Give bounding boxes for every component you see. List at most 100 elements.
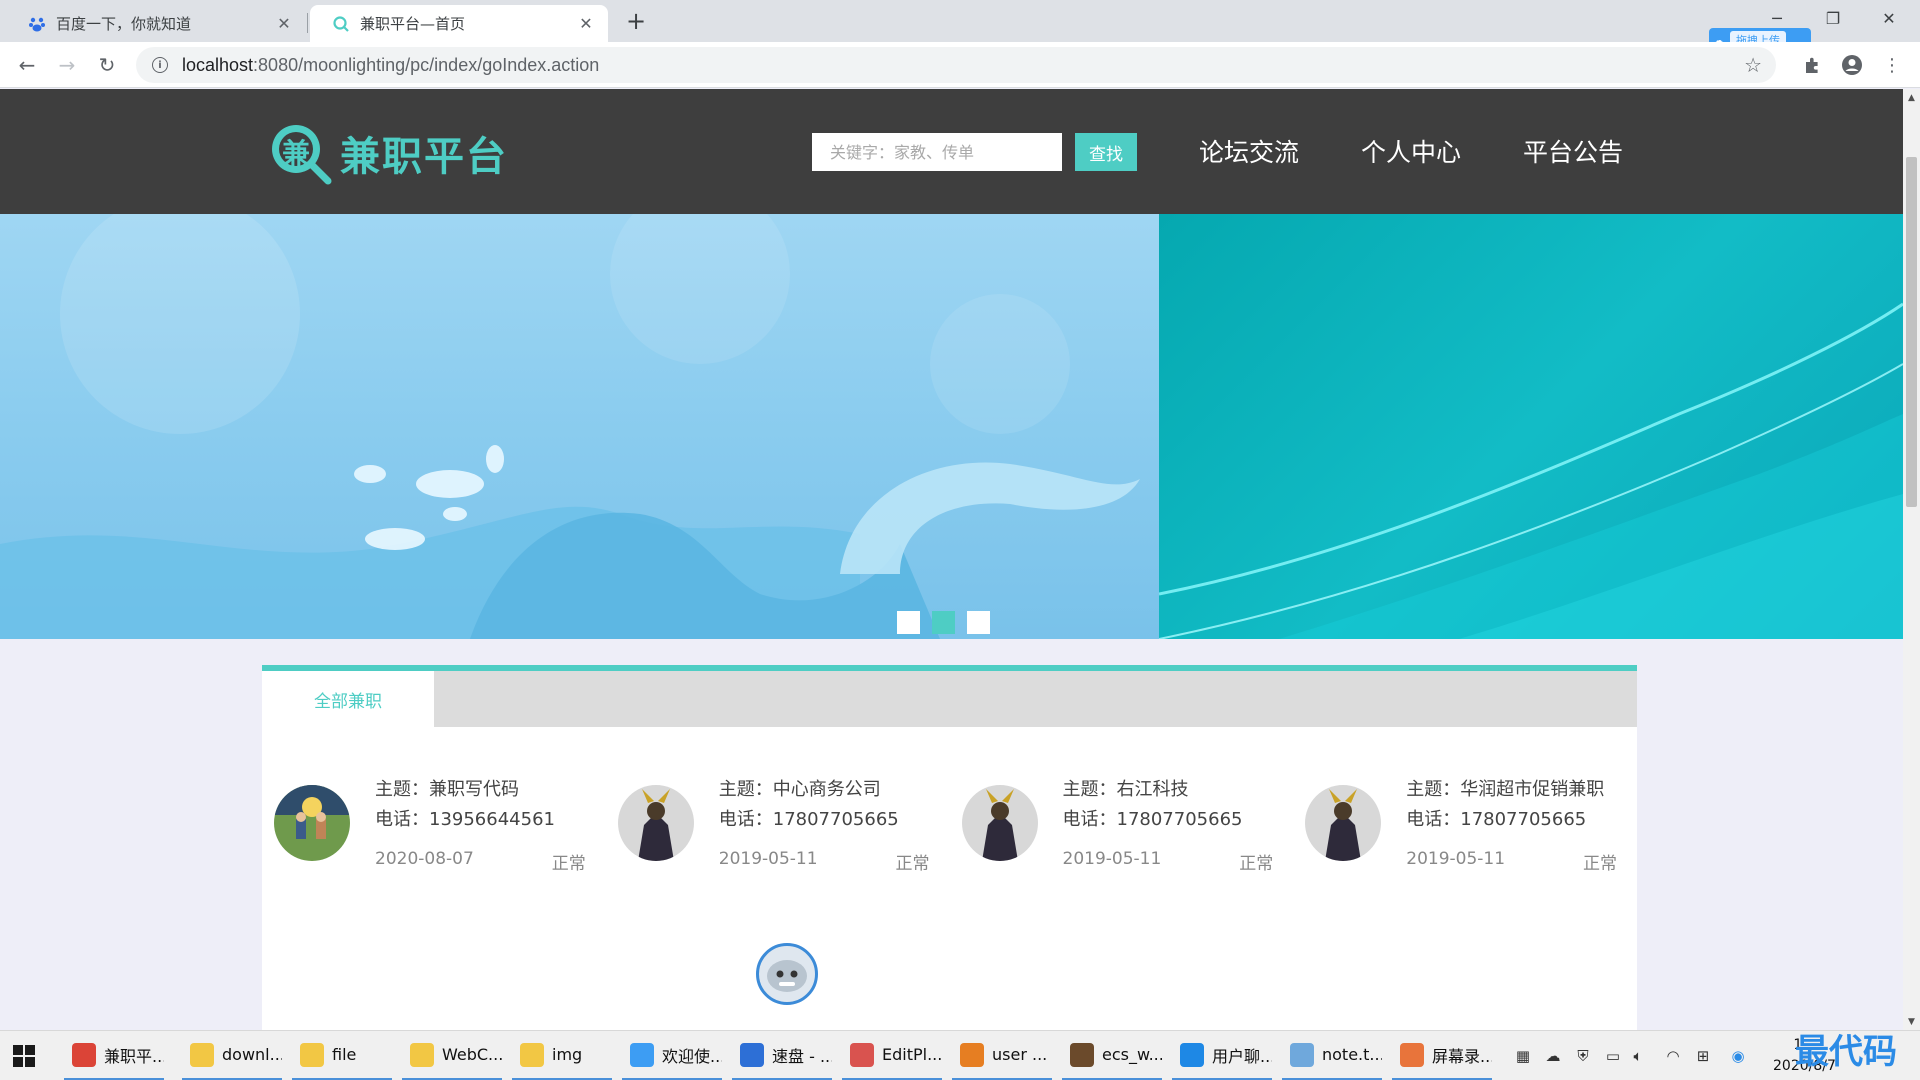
job-status: 正常: [551, 854, 586, 874]
tray-app-icon[interactable]: ▦: [1513, 1046, 1533, 1066]
taskbar-item[interactable]: note.t...: [1282, 1031, 1382, 1080]
scrollbar-thumb[interactable]: [1906, 157, 1917, 507]
job-card[interactable]: 主题：中心商务公司 电话：17807705665 2019-05-11 正常: [606, 775, 950, 875]
wifi-icon[interactable]: ◠: [1663, 1046, 1683, 1066]
extensions-icon[interactable]: [1799, 52, 1825, 78]
browser-toolbar: ← → ↻ i localhost:8080/moonlighting/pc/i…: [0, 42, 1920, 88]
site-logo[interactable]: 兼 兼职平台: [268, 121, 508, 185]
carousel-dot[interactable]: [967, 611, 990, 634]
menu-icon[interactable]: ⋮: [1879, 52, 1905, 78]
page-viewport: 兼 兼职平台 查找 论坛交流 个人中心 平台公告: [0, 89, 1903, 1030]
url-host: localhost: [182, 54, 254, 75]
search-button[interactable]: 查找: [1075, 133, 1137, 171]
taskbar-item-label: WebC...: [442, 1045, 502, 1064]
profile-icon[interactable]: [1839, 52, 1865, 78]
taskbar-item-label: note.t...: [1322, 1045, 1382, 1064]
job-phone: 电话：13956644561: [375, 809, 555, 830]
taskbar-item-label: 欢迎使...: [662, 1046, 722, 1066]
job-phone: 电话：17807705665: [718, 809, 899, 830]
nav-announcements[interactable]: 平台公告: [1523, 133, 1623, 169]
taskbar-item-label: ecs_w...: [1102, 1045, 1162, 1064]
job-status: 正常: [1239, 854, 1274, 874]
taskbar-item-label: EditPl...: [882, 1045, 942, 1064]
carousel-dot[interactable]: [897, 611, 920, 634]
close-icon[interactable]: ✕: [576, 14, 596, 34]
job-date: 2019-05-11: [1062, 849, 1162, 869]
taskbar-item[interactable]: img: [512, 1031, 612, 1080]
taskbar-item[interactable]: 速盘 - ...: [732, 1031, 832, 1080]
taskbar-item[interactable]: 屏幕录...: [1392, 1031, 1492, 1080]
taskbar-item[interactable]: ecs_w...: [1062, 1031, 1162, 1080]
search-q-icon: [332, 15, 350, 33]
close-window-button[interactable]: ✕: [1861, 0, 1917, 36]
scroll-up-arrow-icon[interactable]: ▲: [1903, 89, 1920, 106]
logo-char: 兼: [282, 137, 311, 170]
job-card[interactable]: 主题：华润超市促销兼职 电话：17807705665 2019-05-11 正常: [1293, 775, 1637, 875]
logo-magnifier-icon: 兼: [268, 121, 332, 185]
restore-button[interactable]: ❐: [1805, 0, 1861, 36]
battery-icon[interactable]: ▭: [1603, 1046, 1623, 1066]
bookmark-star-icon[interactable]: ☆: [1744, 53, 1762, 77]
job-card[interactable]: 主题：右江科技 电话：17807705665 2019-05-11 正常: [950, 775, 1294, 875]
carousel-dot-active[interactable]: [932, 611, 955, 634]
scroll-down-arrow-icon[interactable]: ▼: [1903, 1013, 1920, 1030]
taskbar-item[interactable]: 兼职平...: [64, 1031, 164, 1080]
volume-icon[interactable]: 🔈︎: [1628, 1046, 1648, 1066]
forward-button[interactable]: →: [52, 50, 82, 80]
job-card[interactable]: 主题：兼职写代码 电话：13956644561 2020-08-07 正常: [262, 775, 606, 875]
tab-title: 兼职平台—首页: [360, 15, 466, 33]
job-topic: 主题：右江科技: [1062, 779, 1189, 800]
avatar: [1305, 785, 1382, 861]
recorder-icon: [1400, 1042, 1424, 1067]
close-icon[interactable]: ✕: [274, 14, 294, 34]
folder-icon: [520, 1042, 544, 1067]
taskbar-item-label: 兼职平...: [104, 1046, 164, 1066]
qq-icon[interactable]: ◉: [1728, 1046, 1748, 1066]
taskbar-item-label: 速盘 - ...: [772, 1046, 832, 1066]
taskbar-item[interactable]: WebC...: [402, 1031, 502, 1080]
url-text: localhost:8080/moonlighting/pc/index/goI…: [182, 55, 599, 76]
job-date: 2019-05-11: [718, 849, 818, 869]
tray-shield-icon[interactable]: ⛨: [1573, 1046, 1593, 1066]
chat-robot-icon[interactable]: [756, 943, 818, 1005]
nav-personal-center[interactable]: 个人中心: [1361, 133, 1461, 169]
job-phone: 电话：17807705665: [1406, 809, 1587, 830]
reload-button[interactable]: ↻: [92, 50, 122, 80]
job-list: 主题：兼职写代码 电话：13956644561 2020-08-07 正常 主题…: [262, 775, 1637, 875]
job-status: 正常: [895, 854, 930, 874]
back-button[interactable]: ←: [12, 50, 42, 80]
editplus-icon: [850, 1042, 874, 1067]
network-icon[interactable]: ⊞: [1693, 1046, 1713, 1066]
tab-separator: [307, 13, 308, 33]
tab-jianzhi[interactable]: 兼职平台—首页 ✕: [310, 5, 608, 42]
banner-slide-teal: [1159, 214, 1903, 639]
job-status: 正常: [1583, 854, 1617, 874]
windows-start-icon[interactable]: [12, 1044, 36, 1068]
taskbar-item[interactable]: downl...: [182, 1031, 282, 1080]
taskbar-item[interactable]: 用户聊...: [1172, 1031, 1272, 1080]
banner-carousel[interactable]: [0, 214, 1903, 639]
ie-icon: [1180, 1042, 1204, 1067]
logo-text: 兼职平台: [340, 134, 508, 180]
taskbar-item[interactable]: file: [292, 1031, 392, 1080]
taskbar-item[interactable]: 欢迎使...: [622, 1031, 722, 1080]
tab-all-jobs[interactable]: 全部兼职: [262, 671, 434, 727]
page-scrollbar[interactable]: ▲ ▼: [1903, 89, 1920, 1030]
new-tab-button[interactable]: +: [622, 7, 650, 35]
taskbar-item[interactable]: user ...: [952, 1031, 1052, 1080]
taskbar-item[interactable]: EditPl...: [842, 1031, 942, 1080]
browser-tab-strip: 百度一下，你就知道 ✕ 兼职平台—首页 ✕ + ─ ❐ ✕ ☁ 拖拽上传: [0, 0, 1920, 52]
tray-cloud-icon[interactable]: ☁: [1543, 1046, 1563, 1066]
jobs-panel: 全部兼职 主题：兼职写代码 电话：13956644561 2020-08-07 …: [262, 665, 1637, 1030]
tab-baidu[interactable]: 百度一下，你就知道 ✕: [6, 5, 306, 42]
nav-forum[interactable]: 论坛交流: [1199, 133, 1299, 169]
taskbar-item-label: 用户聊...: [1212, 1046, 1272, 1066]
address-bar[interactable]: i localhost:8080/moonlighting/pc/index/g…: [136, 47, 1776, 83]
search-input[interactable]: [812, 133, 1062, 171]
banner-slide-water: [0, 214, 1159, 639]
job-date: 2019-05-11: [1406, 849, 1506, 869]
app-ring-icon: [960, 1042, 984, 1067]
job-topic: 主题：中心商务公司: [718, 779, 881, 800]
carousel-dots: [897, 611, 990, 634]
info-icon[interactable]: i: [152, 57, 168, 73]
